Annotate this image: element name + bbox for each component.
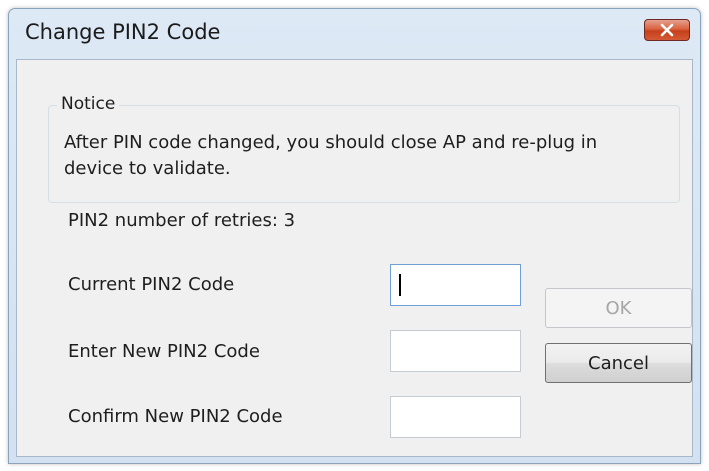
dialog-title: Change PIN2 Code [25, 20, 221, 44]
text-caret [399, 274, 401, 296]
cancel-button[interactable]: Cancel [545, 343, 692, 383]
ok-button[interactable]: OK [545, 288, 692, 328]
current-pin2-input[interactable] [390, 264, 521, 306]
confirm-pin2-field[interactable] [391, 397, 520, 437]
retries-label: PIN2 number of retries: 3 [68, 210, 296, 231]
new-pin2-label: Enter New PIN2 Code [68, 341, 260, 362]
title-bar[interactable]: Change PIN2 Code [9, 9, 700, 59]
confirm-pin2-label: Confirm New PIN2 Code [68, 406, 283, 427]
change-pin2-dialog: Change PIN2 Code Notice After PIN code c… [8, 8, 701, 464]
confirm-pin2-input[interactable] [390, 396, 521, 438]
notice-text: After PIN code changed, you should close… [64, 132, 598, 179]
new-pin2-input[interactable] [390, 330, 521, 372]
close-icon [660, 23, 674, 37]
notice-legend: Notice [57, 94, 120, 114]
dialog-body: Notice After PIN code changed, you shoul… [16, 59, 693, 457]
notice-group: Notice After PIN code changed, you shoul… [48, 94, 680, 203]
new-pin2-field[interactable] [391, 331, 520, 371]
current-pin2-label: Current PIN2 Code [68, 274, 235, 295]
close-button[interactable] [644, 19, 690, 41]
current-pin2-field[interactable] [391, 265, 520, 305]
